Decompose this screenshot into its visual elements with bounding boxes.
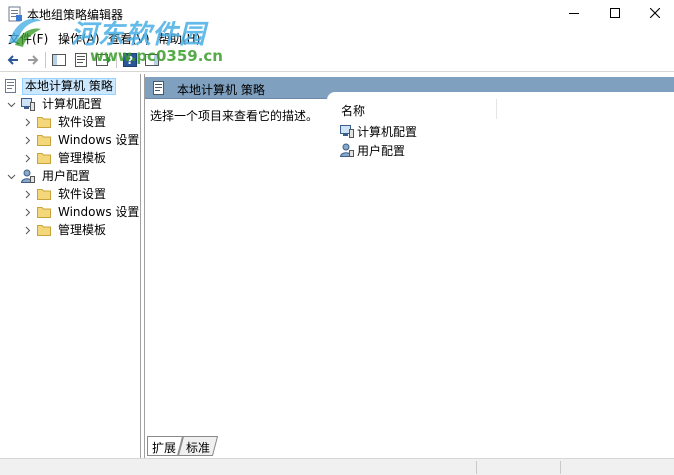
view-tabs: 扩展 标准 (144, 436, 674, 458)
status-bar (0, 458, 674, 475)
window-title: 本地组策略编辑器 (27, 8, 124, 22)
maximize-icon (610, 8, 620, 18)
menu-file[interactable]: 文件(F) (8, 30, 48, 47)
chevron-down-icon[interactable] (6, 171, 17, 182)
tree-item-label: 软件设置 (58, 186, 107, 201)
svg-text:?: ? (127, 54, 133, 67)
details-header-title: 本地计算机 策略 (177, 83, 265, 97)
items-list: 名称 计算机配置 用户配置 (327, 92, 674, 437)
tree-item-user-admin[interactable]: 管理模板 (22, 221, 109, 239)
show-hide-button[interactable] (143, 51, 161, 69)
chevron-right-icon[interactable] (22, 153, 33, 164)
tree-item-label: 管理模板 (58, 150, 107, 165)
export-list-button[interactable] (94, 51, 112, 69)
column-name-header[interactable]: 名称 (341, 102, 365, 119)
details-pane: 本地计算机 策略 选择一个项目来查看它的描述。 名称 计算机配置 用户配置 (144, 74, 674, 458)
folder-icon (37, 153, 51, 164)
back-button[interactable] (4, 51, 22, 69)
column-header: 名称 (327, 97, 674, 119)
forward-button[interactable] (24, 51, 42, 69)
tree-user-config[interactable]: 用户配置 (6, 167, 93, 185)
folder-icon (37, 207, 51, 218)
tab-extended-label: 扩展 (152, 441, 177, 455)
policy-icon (153, 81, 164, 95)
folder-icon (37, 225, 51, 236)
status-divider (560, 461, 561, 474)
list-item-label: 计算机配置 (357, 124, 418, 139)
chevron-right-icon[interactable] (22, 117, 33, 128)
column-divider[interactable] (496, 99, 497, 119)
tree-user-config-label: 用户配置 (42, 168, 91, 183)
console-tree: 本地计算机 策略 计算机配置 软件设置 Windows 设置 管理模板 用户配置 (0, 74, 141, 458)
tree-computer-config[interactable]: 计算机配置 (6, 95, 105, 113)
chevron-right-icon[interactable] (22, 207, 33, 218)
tree-item-user-windows[interactable]: Windows 设置 (22, 203, 140, 221)
menu-bar: 文件(F) 操作(A) 查看(V) 帮助(H) (0, 28, 674, 48)
list-item-user-config[interactable]: 用户配置 (339, 141, 405, 159)
close-button[interactable] (635, 0, 674, 26)
menu-help[interactable]: 帮助(H) (158, 30, 200, 47)
menu-view[interactable]: 查看(V) (108, 30, 150, 47)
folder-icon (37, 117, 51, 128)
properties-icon (75, 53, 87, 67)
description-text: 选择一个项目来查看它的描述。 (150, 109, 319, 123)
tree-item-label: Windows 设置 (58, 132, 140, 147)
console-tree-icon (52, 54, 66, 66)
folder-icon (37, 189, 51, 200)
help-icon: ? (123, 53, 137, 67)
back-arrow-icon (7, 55, 18, 65)
computer-icon (21, 98, 35, 111)
tree-item-computer-software[interactable]: 软件设置 (22, 113, 109, 131)
user-icon (339, 143, 354, 157)
app-icon (8, 6, 22, 22)
chevron-right-icon[interactable] (22, 225, 33, 236)
status-divider (476, 461, 477, 474)
chevron-right-icon[interactable] (22, 135, 33, 146)
forward-arrow-icon (28, 55, 39, 65)
tab-standard-label: 标准 (186, 441, 211, 455)
list-item-computer-config[interactable]: 计算机配置 (339, 122, 417, 140)
properties-button[interactable] (72, 51, 90, 69)
tree-item-user-software[interactable]: 软件设置 (22, 185, 109, 203)
help-button[interactable]: ? (121, 51, 139, 69)
policy-icon (5, 79, 16, 93)
toolbar: ? (0, 48, 674, 72)
folder-icon (37, 135, 51, 146)
close-icon (650, 8, 660, 18)
menu-action[interactable]: 操作(A) (58, 30, 100, 47)
tree-item-computer-windows[interactable]: Windows 设置 (22, 131, 140, 149)
minimize-icon (569, 13, 579, 14)
tree-item-label: Windows 设置 (58, 204, 140, 219)
computer-icon (340, 125, 354, 138)
user-icon (20, 169, 35, 183)
title-bar: 本地组策略编辑器 (0, 0, 674, 28)
chevron-down-icon[interactable] (6, 99, 17, 110)
export-list-icon (96, 54, 111, 66)
console-tree-button[interactable] (50, 51, 68, 69)
tree-item-computer-admin[interactable]: 管理模板 (22, 149, 109, 167)
minimize-button[interactable] (554, 0, 594, 26)
tree-item-label: 软件设置 (58, 114, 107, 129)
show-hide-icon (145, 54, 159, 66)
list-item-label: 用户配置 (357, 143, 406, 158)
tree-computer-config-label: 计算机配置 (42, 96, 103, 111)
tab-standard[interactable]: 标准 (178, 436, 218, 456)
maximize-button[interactable] (595, 0, 635, 26)
tree-root-label: 本地计算机 策略 (22, 77, 116, 95)
chevron-right-icon[interactable] (22, 189, 33, 200)
tree-item-label: 管理模板 (58, 222, 107, 237)
tree-root[interactable]: 本地计算机 策略 (3, 77, 116, 95)
